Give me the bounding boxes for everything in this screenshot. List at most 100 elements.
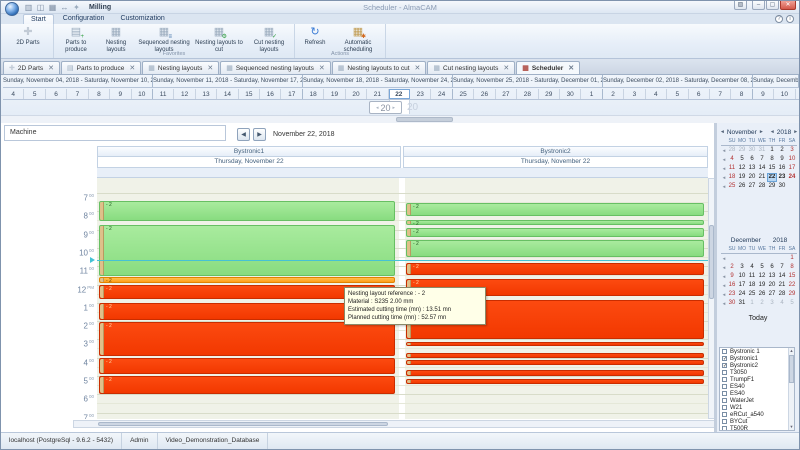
day-cell[interactable]: 27 [496, 89, 517, 99]
calendar-day[interactable]: 26 [737, 182, 747, 191]
machine-list-scrollbar[interactable]: ▲ ▼ [788, 348, 794, 430]
calendar-day[interactable]: 9 [777, 155, 787, 164]
calendar-day[interactable]: 24 [737, 290, 747, 299]
ribbon-button-nesting-layouts-to-cut[interactable]: ▦⚙Nesting layouts to cut [192, 25, 246, 53]
day-cell[interactable]: 4 [3, 89, 24, 99]
checkbox-checked-icon[interactable]: ✓ [722, 363, 727, 368]
calendar-day[interactable]: 19 [757, 281, 767, 290]
day-cell[interactable]: 25 [453, 89, 474, 99]
machine-list-item-es40[interactable]: ES40 [720, 383, 794, 390]
calendar-day[interactable]: 18 [727, 173, 737, 182]
doc-tab-sequenced-nesting-layouts[interactable]: ▦Sequenced nesting layouts✕ [220, 61, 331, 74]
checkbox-icon[interactable] [722, 391, 727, 396]
calendar-day[interactable]: 3 [737, 263, 747, 272]
schedule-block-orange-bystronic1[interactable]: - 2 [99, 277, 395, 283]
calendar-day[interactable]: 20 [747, 173, 757, 182]
calendar-day[interactable]: 6 [747, 155, 757, 164]
help-icon[interactable]: ? [775, 15, 783, 23]
calendar-day[interactable]: 26 [757, 290, 767, 299]
doc-tab-scheduler[interactable]: ▦Scheduler✕ [516, 61, 580, 74]
machine-list-item-t3050[interactable]: T3050 [720, 369, 794, 376]
day-cell[interactable]: 16 [260, 89, 281, 99]
calendar-day[interactable]: 14 [777, 272, 787, 281]
timeline-scrollbar-thumb[interactable] [396, 117, 453, 122]
calendar-day[interactable]: 10 [787, 155, 797, 164]
checkbox-icon[interactable] [722, 384, 727, 389]
close-button[interactable]: ✕ [780, 1, 796, 10]
day-cell[interactable]: 8 [731, 89, 752, 99]
calendar-day[interactable]: 13 [747, 164, 757, 173]
ribbon-button-sequenced-nesting-layouts[interactable]: ▦≡Sequenced nesting layouts [136, 25, 192, 53]
calendar-day[interactable]: 5 [757, 263, 767, 272]
calendar-day[interactable]: 15 [767, 164, 777, 173]
day-cell[interactable]: 4 [646, 89, 667, 99]
next-year-icon[interactable]: ► [793, 127, 798, 137]
calendar-day[interactable]: 15 [787, 272, 797, 281]
calendar-day[interactable]: 1 [787, 254, 797, 263]
day-cell[interactable]: 9 [110, 89, 131, 99]
calendar-day[interactable]: 2 [757, 299, 767, 308]
next-day-button[interactable]: ▶ [253, 128, 266, 141]
schedule-block-green-bystronic2[interactable]: - 2 [406, 220, 704, 225]
calendar-day[interactable]: 7 [757, 155, 767, 164]
doc-tab-nesting-layouts[interactable]: ▦Nesting layouts✕ [142, 61, 219, 74]
machine-list-item-bystronic1[interactable]: ✓Bystronic1 [720, 355, 794, 362]
ribbon-button-2d-parts[interactable]: ✚2D Parts [5, 25, 51, 47]
calendar-day[interactable]: 28 [727, 146, 737, 155]
day-cell[interactable]: 5 [667, 89, 688, 99]
close-tab-icon[interactable]: ✕ [503, 64, 509, 72]
machine-list-item-w21[interactable]: W21 [720, 404, 794, 411]
machine-list-item-es40[interactable]: ES40 [720, 390, 794, 397]
calendar-day[interactable]: 17 [737, 281, 747, 290]
machine-list-item-waterjet[interactable]: WaterJet [720, 397, 794, 404]
doc-tab-2d-parts[interactable]: ✚2D Parts✕ [3, 61, 60, 74]
day-cell[interactable]: 3 [624, 89, 645, 99]
zoom-left-arrow-icon[interactable]: ◂ [376, 105, 379, 111]
day-cell[interactable]: 7 [710, 89, 731, 99]
calendar-day[interactable]: 21 [777, 281, 787, 290]
calendar-day[interactable]: 23 [777, 173, 787, 182]
ribbon-tab-start[interactable]: Start [23, 14, 54, 24]
calendar-day[interactable]: 22 [787, 281, 797, 290]
calendar-day[interactable]: 17 [787, 164, 797, 173]
week-select-icon[interactable]: ◄ [721, 254, 727, 263]
checkbox-icon[interactable] [722, 377, 727, 382]
doc-tab-nesting-layouts-to-cut[interactable]: ▦Nesting layouts to cut✕ [332, 61, 427, 74]
day-cell[interactable]: 24 [431, 89, 452, 99]
calendar-day[interactable]: 30 [727, 299, 737, 308]
calendar-day[interactable]: 8 [787, 263, 797, 272]
machine-list-item-bycut[interactable]: BYCut [720, 418, 794, 425]
day-cell[interactable]: 13 [196, 89, 217, 99]
day-cell[interactable]: 12 [174, 89, 195, 99]
calendar-day[interactable]: 25 [727, 182, 737, 191]
timeline-zoom-indicator[interactable]: ◂ 20 ▸ [369, 101, 402, 114]
info-icon[interactable]: i [786, 15, 794, 23]
checkbox-icon[interactable] [722, 349, 727, 354]
calendar-day[interactable]: 18 [747, 281, 757, 290]
ribbon-tab-customization[interactable]: Customization [113, 14, 171, 24]
calendar-day[interactable]: 6 [767, 263, 777, 272]
calendar-day[interactable]: 20 [767, 281, 777, 290]
minimize-button[interactable]: – [752, 1, 765, 10]
calendar-day[interactable]: 2 [777, 146, 787, 155]
machine-list-item-bystronic-1[interactable]: Bystronic 1 [720, 348, 794, 355]
calendar-day[interactable]: 10 [737, 272, 747, 281]
day-cell[interactable]: 19 [324, 89, 345, 99]
day-cell[interactable]: 17 [281, 89, 302, 99]
day-cell[interactable]: 26 [474, 89, 495, 99]
timeline-scrollbar[interactable] [1, 115, 799, 123]
ribbon-button-refresh[interactable]: ↻Refresh [297, 25, 333, 47]
today-button[interactable]: Today [717, 315, 799, 322]
day-cell[interactable]: 10 [132, 89, 153, 99]
calendar-day[interactable]: 16 [727, 281, 737, 290]
calendar-day[interactable]: 27 [767, 290, 777, 299]
calendar-day[interactable]: 5 [787, 299, 797, 308]
schedule-block-red-bystronic2[interactable] [406, 370, 704, 376]
calendar-day[interactable]: 30 [747, 146, 757, 155]
day-cell[interactable]: 9 [753, 89, 774, 99]
ribbon-button-automatic-scheduling[interactable]: ▦✱Automatic scheduling [333, 25, 383, 53]
schedule-block-red-bystronic1[interactable]: - 2 [99, 358, 395, 374]
calendar-day[interactable]: 29 [737, 146, 747, 155]
calendar-day[interactable]: 5 [737, 155, 747, 164]
machine-list-item-bystronic2[interactable]: ✓Bystronic2 [720, 362, 794, 369]
